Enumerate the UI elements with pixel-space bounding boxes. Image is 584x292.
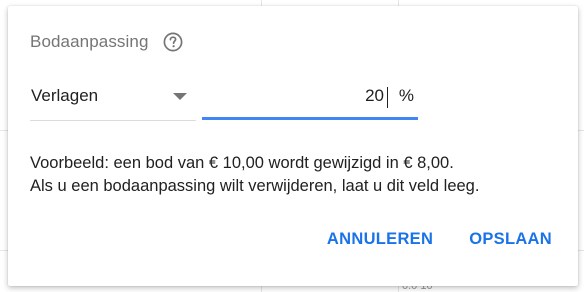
- adjustment-percentage-field[interactable]: %: [202, 80, 418, 120]
- cancel-button[interactable]: ANNULEREN: [327, 226, 433, 253]
- removal-hint-line: Als u een bodaanpassing wilt verwijderen…: [30, 177, 480, 195]
- help-circle-icon[interactable]: [163, 32, 183, 52]
- percent-suffix: %: [398, 86, 414, 105]
- example-line: Voorbeeld: een bod van € 10,00 wordt gew…: [30, 154, 454, 172]
- dialog-title: Bodaanpassing: [30, 32, 149, 51]
- adjustment-direction-value: Verlagen: [31, 86, 99, 105]
- dropdown-arrow-icon: [173, 93, 187, 100]
- dialog-header: Bodaanpassing: [30, 32, 183, 52]
- example-text: Voorbeeld: een bod van € 10,00 wordt gew…: [30, 152, 479, 198]
- bid-adjustment-dialog: Bodaanpassing Verlagen % Voorbeeld: een …: [8, 6, 578, 286]
- text-cursor: [387, 87, 388, 108]
- dialog-actions: ANNULEREN OPSLAAN: [327, 226, 552, 253]
- focused-underline: [202, 117, 418, 120]
- adjustment-percentage-input[interactable]: [224, 86, 384, 106]
- adjustment-direction-select[interactable]: Verlagen: [30, 80, 196, 121]
- save-button[interactable]: OPSLAAN: [469, 226, 552, 253]
